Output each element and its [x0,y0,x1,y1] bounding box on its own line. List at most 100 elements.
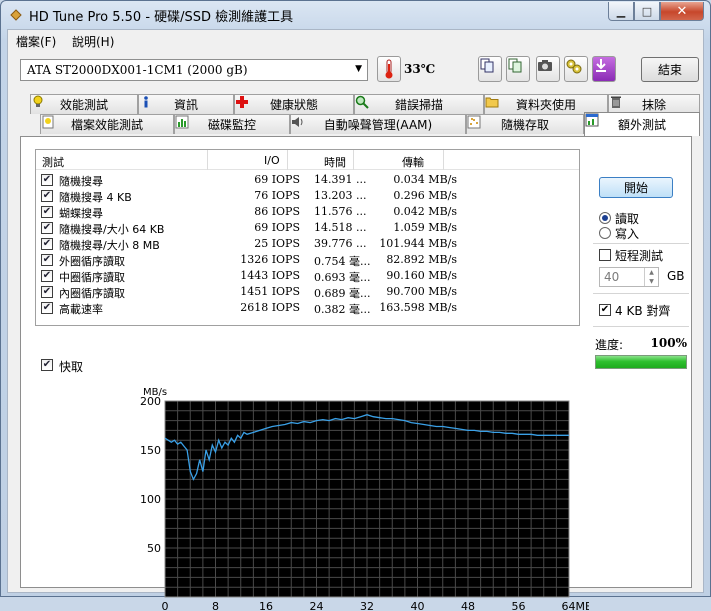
cache-label: 快取 [59,360,84,374]
copy-info-button[interactable] [478,56,502,82]
tab-label: 自動噪聲管理(AAM) [323,118,433,132]
temperature-button[interactable] [377,56,401,82]
minimize-button[interactable]: ▁ [608,2,634,21]
extra-tests-panel: 測試 I/O 時間 傳輸 ✔ 隨機搜尋 69 IOPS 14.391 ... 0.034… [20,136,692,611]
close-button[interactable]: ✕ [660,2,704,21]
options-button[interactable] [564,56,588,82]
copy-all-button[interactable] [506,56,530,82]
row-time: 13.203 ... [314,189,367,202]
progress-bar [595,355,687,369]
tab-label: 資訊 [173,98,198,112]
x-tick-label: 24 [310,600,324,611]
tab-erase[interactable]: 抹除 [608,94,700,114]
table-row[interactable]: ✔ 中圈循序讀取 1443 IOPS 0.693 毫... 90.160 MB/s [36,268,579,284]
save-button[interactable] [592,56,616,82]
tab-file-benchmark[interactable]: 檔案效能測試 [40,114,174,134]
table-header: 測試 I/O 時間 傳輸 [36,150,579,170]
short-test-label: 短程測試 [615,249,664,263]
align-4kb-checkbox[interactable]: ✔ [599,304,611,316]
row-checkbox[interactable]: ✔ [41,302,53,314]
row-test-name: 內圈循序讀取 [59,287,125,300]
maximize-button[interactable]: □ [634,2,660,21]
row-test-name: 隨機搜尋/大小 8 MB [59,239,160,252]
title-bar[interactable]: HD Tune Pro 5.50 - 硬碟/SSD 檢測維護工具 ▁ □ ✕ [1,1,710,29]
tab-disk-monitor[interactable]: 磁碟監控 [174,114,290,134]
col-time-header[interactable]: 時間 [324,154,346,170]
progress-fill [596,356,686,368]
bar-chart-icon [175,115,189,129]
x-tick-label: 56 [512,600,526,611]
drive-select[interactable]: ATA ST2000DX001-1CM1 (2000 gB) ▼ [20,59,368,81]
tab-error-scan[interactable]: 錯誤掃描 [354,94,484,114]
row-time: 0.693 毫... [314,271,371,284]
row-checkbox[interactable]: ✔ [41,222,53,234]
menu-help[interactable]: 說明(H) [72,33,114,50]
row-test-name: 高載速率 [59,303,103,316]
cache-checkbox[interactable]: ✔ [41,359,53,371]
row-checkbox[interactable]: ✔ [41,190,53,202]
tab-label: 健康狀態 [269,98,318,112]
col-test-header[interactable]: 測試 [42,154,64,170]
tab-random-access[interactable]: 隨機存取 [466,114,584,134]
row-checkbox[interactable]: ✔ [41,270,53,282]
y-tick-label: 50 [147,542,161,555]
x-tick-label: 48 [461,600,475,611]
row-test-name: 外圈循序讀取 [59,255,125,268]
row-checkbox[interactable]: ✔ [41,286,53,298]
row-transfer: 0.042 MB/s [393,205,457,218]
screenshot-button[interactable] [536,56,560,82]
table-row[interactable]: ✔ 外圈循序讀取 1326 IOPS 0.754 毫... 82.892 MB/s [36,252,579,268]
y-tick-label: 100 [140,493,161,506]
x-tick-label: 0 [162,600,169,611]
row-transfer: 163.598 MB/s [379,301,457,314]
short-test-size-input[interactable]: 40 ▲ ▼ [599,267,659,287]
thermometer-icon [385,59,393,79]
write-radio[interactable] [599,227,611,239]
row-checkbox[interactable]: ✔ [41,254,53,266]
read-radio[interactable] [599,212,611,224]
tab-benchmark[interactable]: 效能測試 [30,94,138,114]
tab-extra-tests[interactable]: 額外測試 [584,112,700,136]
tab-label: 抹除 [641,98,666,112]
tab-info[interactable]: 資訊 [138,94,234,114]
y-axis-label: MB/s [143,387,167,398]
row-checkbox[interactable]: ✔ [41,206,53,218]
tab-aam[interactable]: 自動噪聲管理(AAM) [290,114,466,134]
tab-health[interactable]: 健康狀態 [234,94,354,114]
row-checkbox[interactable]: ✔ [41,238,53,250]
table-row[interactable]: ✔ 高載速率 2618 IOPS 0.382 毫... 163.598 MB/s [36,300,579,316]
camera-icon [538,60,552,71]
table-row[interactable]: ✔ 蝴蝶搜尋 86 IOPS 11.576 ... 0.042 MB/s [36,204,579,220]
tab-label: 磁碟監控 [207,118,256,132]
start-button[interactable]: 開始 [599,177,673,198]
gb-unit-label: GB [667,269,685,283]
row-io: 69 IOPS [254,221,300,234]
row-transfer: 90.700 MB/s [386,285,457,298]
col-transfer-header[interactable]: 傳輸 [402,154,424,170]
exit-button[interactable]: 結束 [641,57,699,82]
table-row[interactable]: ✔ 內圈循序讀取 1451 IOPS 0.689 毫... 90.700 MB/s [36,284,579,300]
spin-arrows-icon[interactable]: ▲ ▼ [644,268,658,286]
write-label: 寫入 [615,227,640,241]
chart-svg: 501001502000 8 16 24 32 40 48 56 64MBMB/s [140,387,589,611]
row-checkbox[interactable]: ✔ [41,174,53,186]
col-io-header[interactable]: I/O [264,154,280,167]
lightbulb-icon [33,95,43,107]
temperature-readout: 33℃ [404,62,436,76]
row-transfer: 0.034 MB/s [393,173,457,186]
toolbar: ATA ST2000DX001-1CM1 (2000 gB) ▼ 33℃ 結束 [8,52,703,92]
tab-folder-usage[interactable]: 資料夾使用 [484,94,608,114]
speaker-icon [292,117,303,127]
row-test-name: 隨機搜尋 [59,175,103,188]
tab-label: 隨機存取 [500,118,549,132]
magnifier-icon [355,95,369,109]
short-test-checkbox[interactable] [599,249,611,261]
file-bulb-icon [42,115,54,129]
table-row[interactable]: ✔ 隨機搜尋/大小 8 MB 25 IOPS 39.776 ... 101.944 MB… [36,236,579,252]
menu-file[interactable]: 檔案(F) [16,33,56,50]
row-transfer: 82.892 MB/s [386,253,457,266]
table-row[interactable]: ✔ 隨機搜尋 4 KB 76 IOPS 13.203 ... 0.296 MB/s [36,188,579,204]
row-time: 0.382 毫... [314,303,371,316]
table-row[interactable]: ✔ 隨機搜尋/大小 64 KB 69 IOPS 14.518 ... 1.059 MB/… [36,220,579,236]
table-row[interactable]: ✔ 隨機搜尋 69 IOPS 14.391 ... 0.034 MB/s [36,172,579,188]
